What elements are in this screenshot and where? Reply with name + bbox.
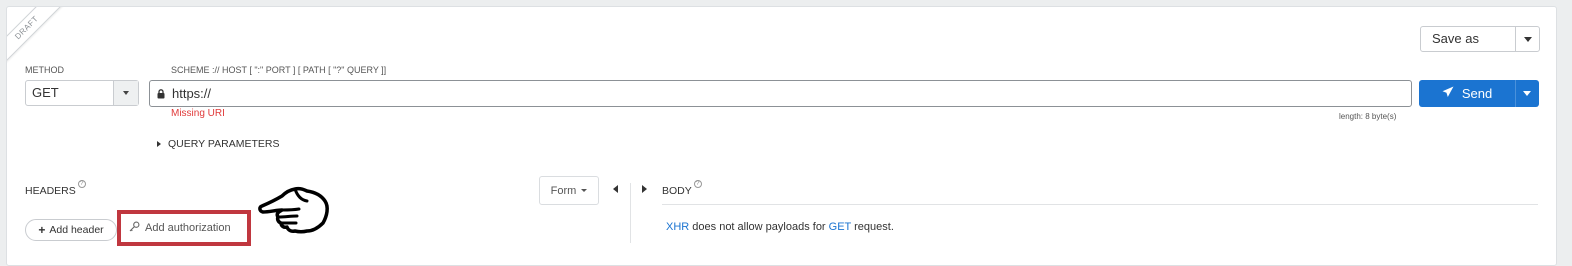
method-value: GET bbox=[32, 85, 59, 100]
body-notice-text: does not allow payloads for bbox=[689, 221, 829, 233]
save-as-button-group: Save as bbox=[1420, 26, 1540, 52]
chevron-down-icon bbox=[123, 91, 130, 95]
body-title: BODY ? bbox=[662, 180, 702, 197]
send-dropdown-toggle[interactable] bbox=[1515, 80, 1538, 107]
body-divider bbox=[662, 204, 1538, 205]
save-as-button[interactable]: Save as bbox=[1421, 27, 1515, 51]
chevron-down-icon bbox=[1523, 36, 1532, 42]
uri-value: https:// bbox=[172, 86, 212, 101]
lock-icon bbox=[150, 88, 172, 99]
uri-label: SCHEME :// HOST [ ":" PORT ] [ PATH [ "?… bbox=[171, 65, 387, 75]
collapse-left-icon[interactable] bbox=[613, 185, 618, 193]
uri-input[interactable]: https:// bbox=[149, 80, 1412, 107]
save-as-dropdown-toggle[interactable] bbox=[1515, 27, 1539, 51]
plus-icon: + bbox=[38, 223, 46, 237]
draft-ribbon: DRAFT bbox=[7, 7, 67, 67]
query-parameters-toggle[interactable]: QUERY PARAMETERS bbox=[157, 138, 279, 150]
body-title-label: BODY bbox=[662, 185, 692, 197]
method-dropdown-toggle[interactable] bbox=[113, 81, 138, 105]
pointing-hand-icon bbox=[257, 183, 335, 246]
send-button-label: Send bbox=[1461, 86, 1493, 101]
headers-title: HEADERS ? bbox=[25, 180, 86, 197]
help-icon[interactable]: ? bbox=[77, 180, 86, 188]
expand-right-icon[interactable] bbox=[642, 185, 647, 193]
send-button[interactable]: Send bbox=[1419, 80, 1515, 107]
add-header-button[interactable]: + Add header bbox=[25, 219, 117, 241]
method-label: METHOD bbox=[25, 65, 64, 75]
panel-divider bbox=[630, 183, 631, 243]
help-icon[interactable]: ? bbox=[693, 180, 702, 188]
uri-error-message: Missing URI bbox=[171, 108, 225, 119]
body-notice: XHR does not allow payloads for GET requ… bbox=[666, 221, 894, 233]
paper-plane-icon bbox=[1442, 86, 1454, 101]
body-notice-end: request. bbox=[851, 221, 894, 233]
method-link[interactable]: GET bbox=[829, 221, 851, 233]
key-icon bbox=[129, 221, 140, 235]
headers-title-label: HEADERS bbox=[25, 185, 76, 197]
uri-length-indicator: length: 8 byte(s) bbox=[1339, 112, 1397, 121]
xhr-link[interactable]: XHR bbox=[666, 221, 689, 233]
send-button-group: Send bbox=[1419, 80, 1539, 107]
add-authorization-label: Add authorization bbox=[145, 222, 231, 234]
headers-form-dropdown[interactable]: Form bbox=[539, 176, 599, 205]
draft-ribbon-label: DRAFT bbox=[7, 7, 64, 65]
query-parameters-label: QUERY PARAMETERS bbox=[168, 138, 280, 150]
chevron-down-icon bbox=[1523, 91, 1531, 96]
add-authorization-button[interactable]: Add authorization bbox=[117, 210, 251, 246]
caret-right-icon bbox=[157, 141, 161, 147]
add-header-label: Add header bbox=[49, 224, 104, 236]
chevron-down-icon bbox=[581, 189, 588, 192]
form-dropdown-label: Form bbox=[550, 184, 577, 197]
request-editor-panel: DRAFT Save as METHOD SCHEME :// HOST [ "… bbox=[6, 6, 1557, 266]
method-select[interactable]: GET bbox=[25, 80, 139, 106]
